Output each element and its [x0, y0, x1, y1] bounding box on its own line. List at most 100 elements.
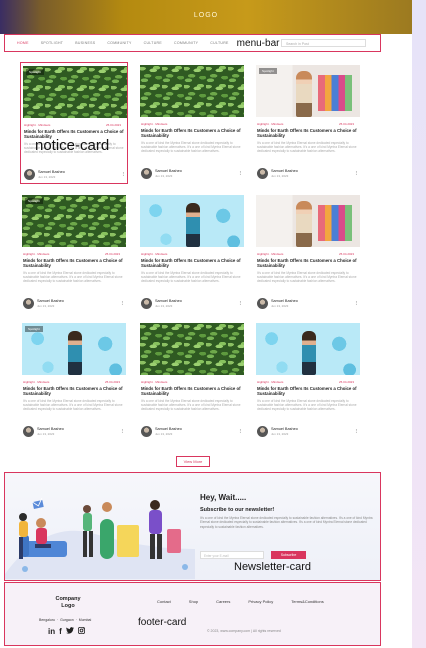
card-description: It's a one of kind the Myntra Elernal st…: [257, 399, 357, 412]
share-icon[interactable]: ⫶: [121, 429, 123, 436]
notice-card[interactable]: Highlight · Mindsets 25.04.2023 Minds for …: [254, 320, 362, 442]
card-description: It's a one of kind the Myntra Elernal st…: [141, 141, 241, 154]
footer-link-privacy[interactable]: Privacy Policy: [248, 599, 273, 604]
card-categories: Highlight · Mindsets: [257, 122, 284, 126]
card-title[interactable]: Minds for Earth Offers Its Customers a C…: [141, 128, 241, 139]
email-field[interactable]: Enter your E-mail: [200, 551, 264, 559]
facebook-icon[interactable]: f: [59, 627, 62, 636]
footer-link-contact[interactable]: Contact: [157, 599, 171, 604]
notice-card[interactable]: Highlight · Mindsets Minds for Earth Offe…: [138, 192, 246, 314]
card-title[interactable]: Minds for Earth Offers Its Customers a C…: [141, 386, 241, 397]
menu-item-business[interactable]: BUSINESS: [75, 41, 95, 45]
share-icon[interactable]: ⫶: [239, 171, 241, 178]
card-author: Samuel Basheo Jun 13, 2023 ⫶: [257, 426, 359, 438]
card-author: Samuel Basheo Jun 13, 2023 ⫶: [23, 298, 125, 310]
top-banner: LOGO: [0, 0, 412, 34]
author-date: Jun 13, 2023: [37, 432, 55, 436]
menu-item-spotlight[interactable]: SPOTLIGHT: [41, 41, 64, 45]
share-icon[interactable]: ⫶: [239, 429, 241, 436]
author-name: Samuel Basheo: [271, 299, 298, 303]
card-image[interactable]: [140, 65, 244, 117]
card-title[interactable]: Minds for Earth Offers Its Customers a C…: [23, 258, 123, 269]
notice-card[interactable]: Spotlight Highlight · Mindsets 25.04.2023 M…: [20, 320, 128, 442]
footer-link-terms[interactable]: Terms&Conditions: [291, 599, 323, 604]
footer-link-careers[interactable]: Careers: [216, 599, 230, 604]
menu-item-community-2[interactable]: COMMUNITY: [174, 41, 198, 45]
footer-cities: Bengaluru · Gurgaon · Mumbai: [39, 618, 92, 622]
social-links: in f: [48, 626, 85, 636]
author-date: Jun 13, 2023: [155, 432, 173, 436]
category-chip: Spotlight: [25, 326, 43, 332]
card-date: 25.04.2023: [105, 380, 121, 384]
view-more-button[interactable]: View More: [176, 456, 210, 467]
card-categories: Highlight · Mindsets: [23, 252, 50, 256]
card-description: It's a one of kind the Myntra Elernal st…: [141, 399, 241, 412]
card-image[interactable]: Spotlight: [22, 195, 126, 247]
newsletter-heading: Hey, Wait.....: [200, 493, 247, 502]
card-meta: Highlight · Mindsets 25.04.2023: [257, 252, 354, 256]
share-icon[interactable]: ⫶: [355, 429, 357, 436]
avatar: [257, 168, 268, 179]
notice-card[interactable]: Spotlight Highlight · Mindsets 25.04.2023 M…: [20, 192, 128, 314]
menu-item-home[interactable]: HOME: [17, 41, 29, 45]
notice-card[interactable]: Spotlight Highlight · Mindsets 25.04.2023 M…: [254, 62, 362, 184]
menu-item-culture-2[interactable]: CULTURE: [210, 41, 228, 45]
card-image[interactable]: [140, 195, 244, 247]
card-meta: Highlight · Mindsets: [141, 122, 167, 126]
card-author: Samuel Basheo Jun 13, 2023 ⫶: [141, 168, 243, 180]
share-icon[interactable]: ⫶: [121, 301, 123, 308]
instagram-icon[interactable]: [77, 626, 85, 636]
share-icon[interactable]: ⫶: [122, 172, 124, 179]
card-title[interactable]: Minds for Earth Offers Its Customers a C…: [257, 258, 357, 269]
author-date: Jun 13, 2023: [271, 304, 289, 308]
menu-item-community[interactable]: COMMUNITY: [107, 41, 131, 45]
category-chip: Spotlight: [25, 198, 43, 204]
linkedin-icon[interactable]: in: [48, 627, 55, 636]
menu-item-culture[interactable]: CULTURE: [144, 41, 162, 45]
card-author: Samuel Basheo Jun 13, 2023 ⫶: [23, 426, 125, 438]
notice-card[interactable]: Highlight · Mindsets Minds for Earth Offe…: [138, 62, 246, 184]
card-date: 25.04.2023: [105, 252, 121, 256]
footer-logo[interactable]: Company Logo: [51, 596, 85, 609]
card-description: It's a one of kind the Myntra Elernal st…: [23, 399, 123, 412]
author-date: Jun 13, 2023: [37, 304, 55, 308]
author-name: Samuel Basheo: [155, 169, 182, 173]
card-meta: Highlight · Mindsets 25.04.2023: [24, 123, 121, 127]
author-name: Samuel Basheo: [155, 427, 182, 431]
notice-card[interactable]: Spotlight Highlight · Mindsets 25.04.2023 M…: [20, 62, 128, 184]
card-meta: Highlight · Mindsets: [141, 252, 167, 256]
card-author: Samuel Basheo Jun 13, 2023 ⫶: [257, 168, 359, 180]
brand-logo[interactable]: LOGO: [0, 12, 412, 19]
card-title[interactable]: Minds for Earth Offers Its Customers a C…: [257, 128, 357, 139]
card-author: Samuel Basheo Jun 13, 2023 ⫶: [141, 298, 243, 310]
footer-link-shop[interactable]: Shop: [189, 599, 198, 604]
share-icon[interactable]: ⫶: [355, 171, 357, 178]
card-title[interactable]: Minds for Earth Offers Its Customers a C…: [23, 386, 123, 397]
newsletter-description: It's a one of kind the Myntra Elernal st…: [200, 516, 373, 529]
card-image[interactable]: [140, 323, 244, 375]
author-date: Jun 13, 2023: [155, 304, 173, 308]
twitter-icon[interactable]: [65, 627, 74, 636]
card-categories: Highlight · Mindsets: [141, 122, 168, 126]
card-image[interactable]: [256, 323, 360, 375]
notice-card[interactable]: Highlight · Mindsets Minds for Earth Offe…: [138, 320, 246, 442]
footer-card: Company Logo Bengaluru · Gurgaon · Mumba…: [4, 582, 381, 646]
share-icon[interactable]: ⫶: [239, 301, 241, 308]
menu-bar: HOME SPOTLIGHT BUSINESS COMMUNITY CULTUR…: [4, 34, 381, 52]
card-image[interactable]: Spotlight: [256, 65, 360, 117]
share-icon[interactable]: ⫶: [355, 301, 357, 308]
search-input[interactable]: Search in Post: [281, 39, 366, 47]
card-categories: Highlight · Mindsets: [141, 252, 168, 256]
card-title[interactable]: Minds for Earth Offers Its Customers a C…: [141, 258, 241, 269]
notice-card[interactable]: Highlight · Mindsets 25.04.2023 Minds for …: [254, 192, 362, 314]
subscribe-button[interactable]: Subscribe: [271, 551, 306, 559]
card-image[interactable]: Spotlight: [23, 66, 127, 118]
avatar: [257, 426, 268, 437]
avatar: [257, 298, 268, 309]
footer-card-label: footer-card: [138, 617, 187, 628]
card-meta: Highlight · Mindsets: [141, 380, 167, 384]
card-image[interactable]: [256, 195, 360, 247]
card-image[interactable]: Spotlight: [22, 323, 126, 375]
card-title[interactable]: Minds for Earth Offers Its Customers a C…: [257, 386, 357, 397]
card-author: Samuel Basheo Jun 13, 2023 ⫶: [141, 426, 243, 438]
